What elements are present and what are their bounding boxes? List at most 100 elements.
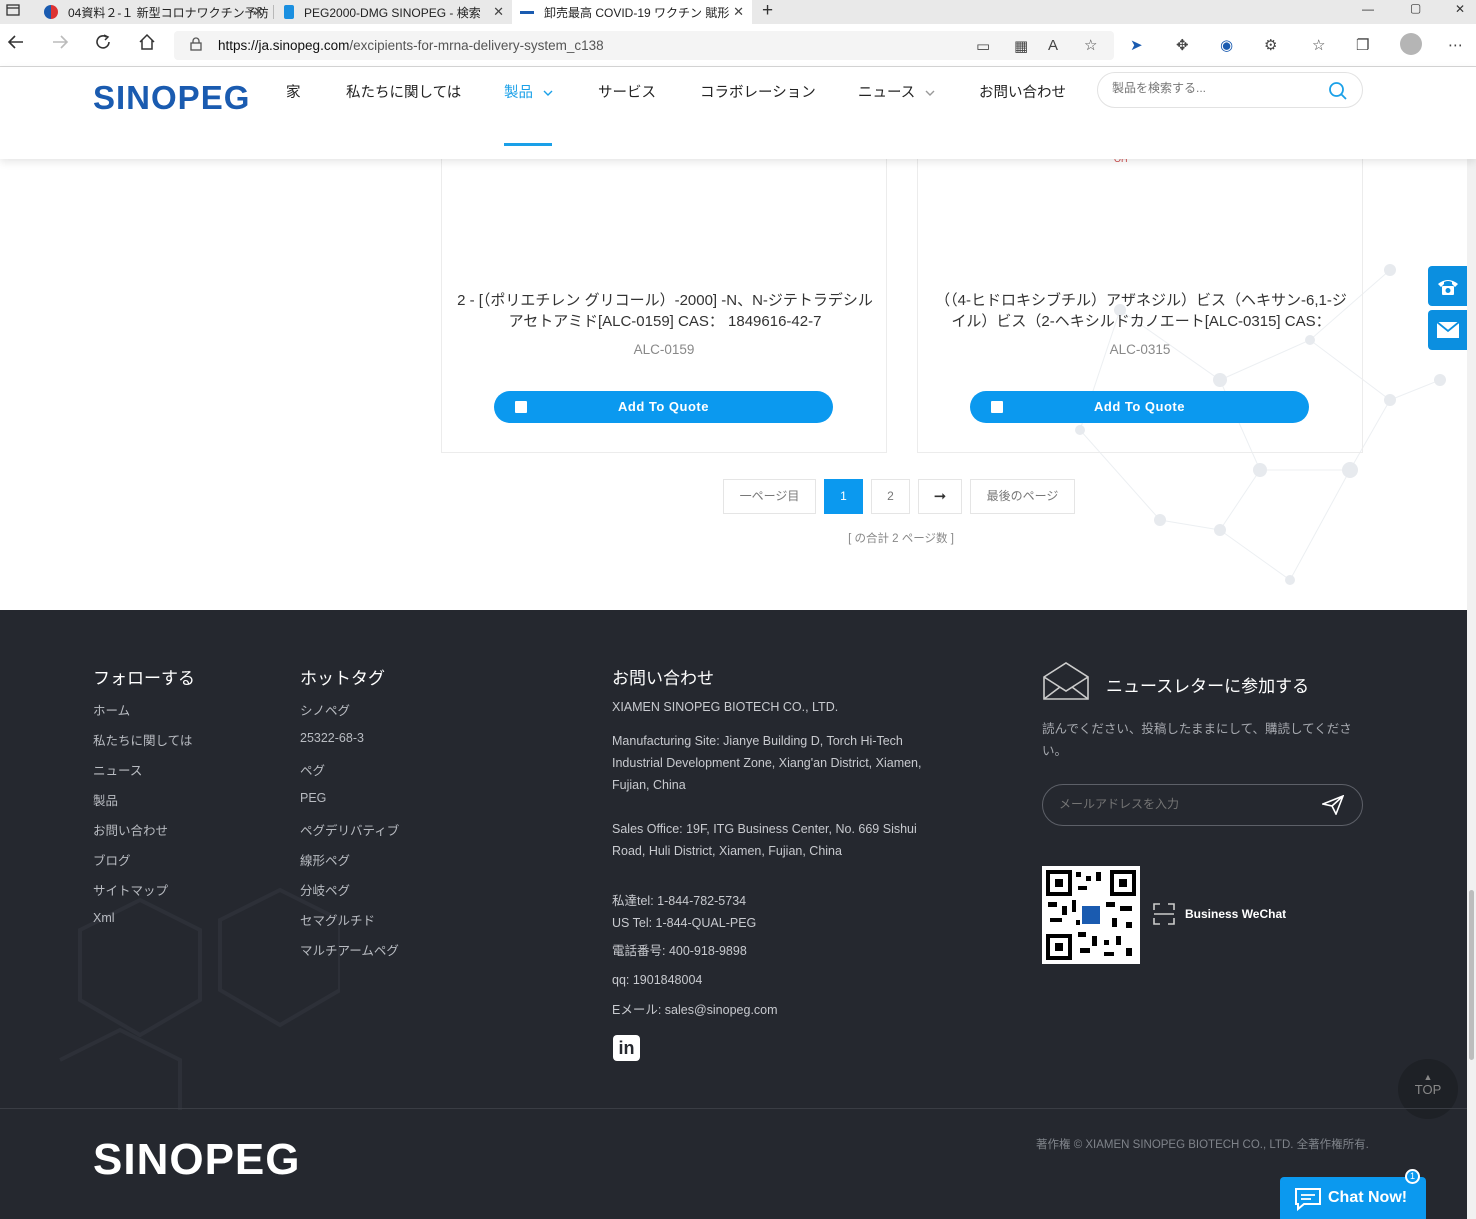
footer-tag-link[interactable]: 25322-68-3: [300, 731, 364, 745]
search-icon[interactable]: [1328, 81, 1348, 106]
quote-checkbox[interactable]: [515, 401, 527, 413]
chat-now-button[interactable]: Chat Now!: [1280, 1177, 1426, 1219]
pagination-first[interactable]: 一ページ目: [723, 479, 816, 514]
footer-link-xml[interactable]: Xml: [93, 911, 115, 925]
nav-active-indicator: [504, 143, 552, 146]
product-card[interactable]: OH （（4-ヒドロキシブチル）アザネジル）ビス（ヘキサン-6,1-ジイル）ビス…: [917, 140, 1363, 453]
pagination-last[interactable]: 最後のページ: [970, 479, 1075, 514]
tab-close-icon[interactable]: ✕: [493, 4, 504, 20]
new-tab-button[interactable]: +: [762, 0, 773, 22]
quote-checkbox[interactable]: [991, 401, 1003, 413]
browser-tab-3[interactable]: 卸売最高 COVID-19 ワクチン 賦形 ✕: [512, 0, 752, 24]
read-aloud-icon[interactable]: A: [1048, 37, 1058, 54]
footer-link-home[interactable]: ホーム: [93, 700, 130, 719]
footer-copyright: 著作権 © XIAMEN SINOPEG BIOTECH CO., LTD. 全…: [1036, 1139, 1369, 1151]
tab-close-icon[interactable]: ✕: [733, 4, 744, 20]
tab-actions-icon[interactable]: [6, 3, 20, 20]
browser-tab-2[interactable]: PEG2000-DMG SINOPEG - 検索 ✕: [276, 0, 512, 24]
product-card[interactable]: 2 - [（ポリエチレン グリコール）-2000] -N、N-ジテトラデシルアセ…: [441, 140, 887, 453]
product-code: ALC-0159: [633, 342, 695, 357]
chevron-down-icon: [925, 85, 935, 101]
back-to-top-button[interactable]: ▲ TOP: [1398, 1059, 1458, 1119]
nav-contact[interactable]: お問い合わせ: [979, 81, 1066, 102]
footer-link-contact[interactable]: お問い合わせ: [93, 820, 168, 839]
footer-tag-link[interactable]: シノペグ: [300, 700, 350, 719]
password-manager-icon[interactable]: ◉: [1220, 36, 1233, 54]
float-phone-button[interactable]: [1428, 266, 1468, 306]
extensions-icon[interactable]: ⚙: [1264, 36, 1277, 54]
wechat-qr-code: [1042, 866, 1140, 964]
nav-label: 製品: [504, 85, 533, 101]
footer-link-news[interactable]: ニュース: [93, 760, 142, 779]
qr-code-icon[interactable]: ▦: [1014, 37, 1028, 55]
product-title[interactable]: 2 - [（ポリエチレン グリコール）-2000] -N、N-ジテトラデシルアセ…: [452, 290, 878, 332]
add-favorite-icon[interactable]: ☆: [1084, 36, 1097, 54]
chevron-down-icon: [543, 85, 553, 101]
add-to-quote-button[interactable]: Add To Quote: [494, 391, 833, 423]
url-field[interactable]: https://ja.sinopeg.com/excipients-for-mr…: [174, 31, 1114, 60]
browser-tab-bar: 04資料２-１ 新型コロナワクチン予防 ✕ PEG2000-DMG SINOPE…: [0, 0, 1476, 24]
footer-tag-link[interactable]: ペグデリバティブ: [300, 820, 399, 839]
footer-tag-link[interactable]: 線形ペグ: [300, 850, 350, 869]
extension-cursor-icon[interactable]: ✥: [1176, 36, 1189, 54]
product-title[interactable]: （（4-ヒドロキシブチル）アザネジル）ビス（ヘキサン-6,1-ジイル）ビス（2-…: [928, 290, 1354, 332]
search-input[interactable]: [1112, 81, 1312, 95]
pagination-next-arrow-icon[interactable]: ➞: [918, 479, 962, 514]
app-available-icon[interactable]: ▭: [976, 37, 990, 55]
refresh-icon[interactable]: [94, 33, 112, 56]
scrollbar-thumb[interactable]: [1469, 890, 1474, 1060]
send-icon[interactable]: [1320, 794, 1345, 820]
chat-bubble-icon: [1294, 1187, 1322, 1216]
newsletter-email-input[interactable]: [1059, 797, 1299, 811]
close-window-icon[interactable]: ✕: [1455, 2, 1465, 16]
tab-close-icon[interactable]: ✕: [253, 4, 264, 20]
hexagon-decoration: [59, 887, 340, 1110]
nav-services[interactable]: サービス: [598, 81, 656, 102]
float-email-button[interactable]: [1428, 310, 1468, 350]
footer-divider: [0, 1108, 1476, 1109]
nav-products[interactable]: 製品: [504, 81, 553, 102]
forward-icon[interactable]: [51, 33, 69, 56]
footer-newsletter-heading: ニュースレターに参加する: [1106, 677, 1310, 696]
back-icon[interactable]: [7, 33, 25, 56]
add-to-quote-button[interactable]: Add To Quote: [970, 391, 1309, 423]
nav-home[interactable]: 家: [286, 81, 301, 102]
browser-tab-1[interactable]: 04資料２-１ 新型コロナワクチン予防 ✕: [36, 0, 272, 24]
minimize-icon[interactable]: —: [1362, 2, 1374, 16]
pagination-page-1[interactable]: 1: [824, 479, 863, 514]
footer-tel-1: 私達tel: 1-844-782-5734: [612, 894, 747, 908]
arrow-up-icon: ▲: [1423, 1072, 1433, 1082]
footer-link-blog[interactable]: ブログ: [93, 850, 131, 869]
home-icon[interactable]: [138, 33, 156, 56]
footer-link-products[interactable]: 製品: [93, 790, 118, 809]
maximize-icon[interactable]: ▢: [1410, 1, 1421, 15]
footer-tag-link[interactable]: セマグルチド: [300, 910, 375, 929]
pagination-total: [ の合計 2 ページ数 ]: [848, 533, 954, 545]
tab-title: 04資料２-１ 新型コロナワクチン予防: [68, 5, 269, 20]
footer-contact-heading: お問い合わせ: [612, 669, 714, 688]
nav-collaboration[interactable]: コラボレーション: [700, 81, 816, 102]
footer-link-sitemap[interactable]: サイトマップ: [93, 880, 168, 899]
more-menu-icon[interactable]: ⋯: [1448, 36, 1463, 54]
footer-tag-link[interactable]: ペグ: [300, 760, 325, 779]
browser-address-bar: https://ja.sinopeg.com/excipients-for-mr…: [0, 24, 1476, 67]
linkedin-icon[interactable]: in: [613, 1035, 640, 1061]
nav-label: ニュース: [858, 85, 916, 101]
nav-news[interactable]: ニュース: [858, 81, 935, 102]
footer-tag-link[interactable]: PEG: [300, 791, 326, 805]
footer-link-about[interactable]: 私たちに関しては: [93, 730, 192, 749]
collections-icon[interactable]: ❐: [1356, 36, 1369, 54]
footer-sales-address: Sales Office: 19F, ITG Business Center, …: [612, 822, 917, 858]
site-logo[interactable]: SINOPEG: [93, 79, 250, 117]
footer-email[interactable]: Eメール: sales@sinopeg.com: [612, 999, 778, 1021]
favorites-icon[interactable]: ☆: [1312, 36, 1325, 54]
footer-qq: qq: 1901848004: [612, 973, 703, 987]
extension-arrow-icon[interactable]: ➤: [1130, 36, 1143, 54]
favicon-icon: [44, 5, 58, 19]
footer-tag-link[interactable]: 分岐ペグ: [300, 880, 350, 899]
footer-logo: SINOPEG: [93, 1135, 301, 1184]
nav-about[interactable]: 私たちに関しては: [346, 81, 461, 102]
footer-tag-link[interactable]: マルチアームペグ: [300, 940, 399, 959]
profile-avatar-icon[interactable]: [1400, 33, 1422, 55]
pagination-page-2[interactable]: 2: [871, 479, 910, 514]
